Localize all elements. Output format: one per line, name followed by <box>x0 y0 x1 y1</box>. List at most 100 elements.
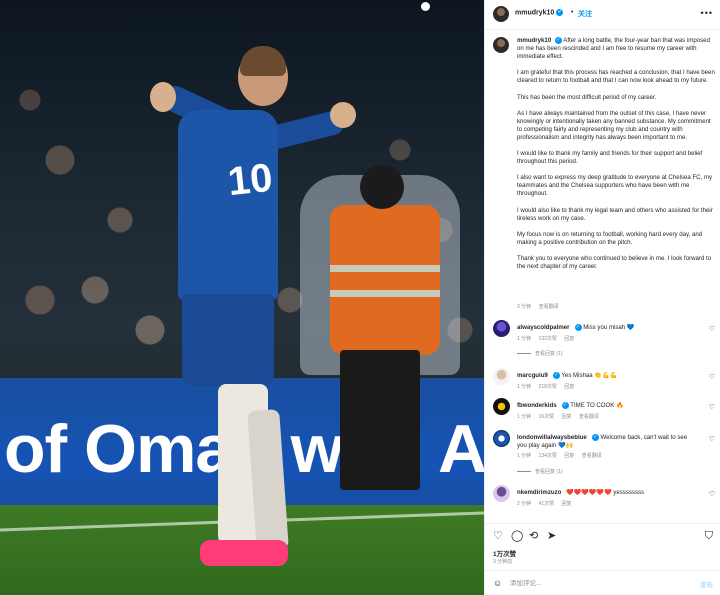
comment-text: marcguiu9 ✓ Yes Mishaa 👏💪💪 <box>517 372 693 380</box>
player-shirt-number: 10 <box>225 155 275 205</box>
caption-time: 3 分钟 <box>517 304 532 310</box>
replies-line <box>517 471 531 473</box>
like-comment-heart-icon[interactable]: ♡ <box>709 373 715 381</box>
comment-avatar[interactable] <box>493 398 510 415</box>
replies-line <box>517 353 531 355</box>
comment-bubble-icon[interactable]: ◯ <box>511 531 523 542</box>
like-comment-heart-icon[interactable]: ♡ <box>709 403 715 411</box>
caption-paragraph: Thank you to everyone who continued to b… <box>517 254 712 270</box>
caption-paragraph: I am grateful that this process has reac… <box>517 69 715 85</box>
comment-text: londonwillalwaysbeblue ✓ Welcome back, ca… <box>517 434 697 450</box>
post-timestamp: 3 分钟前 <box>493 559 513 565</box>
caption-paragraph: I would like to thank my family and frie… <box>517 150 703 166</box>
view-replies-link[interactable]: 查看回复 (1) <box>517 468 563 475</box>
post-comment-button[interactable]: 发布 <box>700 579 713 589</box>
caption-translate-link[interactable]: 查看翻译 <box>539 304 559 310</box>
comment-text: alwayscoldpalmer ✓ Miss you misah 💙 <box>517 324 693 332</box>
share-send-icon[interactable]: ➤ <box>547 531 556 542</box>
steward-stripe <box>330 265 440 272</box>
comment-text: fbwonderkids ✓ TIME TO COOK 🔥 <box>517 402 693 410</box>
header-username[interactable]: mmudryk10 ✓ <box>515 9 564 16</box>
view-replies-text[interactable]: 查看回复 (1) <box>535 469 563 475</box>
add-comment-bar: ☺ 发布 <box>485 570 720 595</box>
verified-badge-icon: ✓ <box>574 324 582 331</box>
comment-body: ❤️❤️❤️❤️❤️❤️ yessssssss <box>566 489 645 496</box>
comment-username[interactable]: londonwillalwaysbeblue <box>517 434 587 441</box>
comment-reply-button[interactable]: 回复 <box>564 336 574 342</box>
comment-meta: 1 分钟 218次赞 回复 <box>517 383 580 390</box>
caption-paragraph: My focus now is on returning to football… <box>517 230 703 246</box>
comment-time: 1 分钟 <box>517 414 532 420</box>
comment-translate-link[interactable]: 查看翻译 <box>579 414 599 420</box>
like-comment-heart-icon[interactable]: ♡ <box>709 325 715 333</box>
comment-username[interactable]: alwayscoldpalmer <box>517 324 570 331</box>
comment-avatar[interactable] <box>493 368 510 385</box>
comment-translate-link[interactable]: 查看翻译 <box>582 453 602 459</box>
comment-reply-button[interactable]: 回复 <box>562 501 572 507</box>
like-comment-heart-icon[interactable]: ♡ <box>709 435 715 443</box>
post-action-bar: ♡ ◯ ⟲ ➤ ⛉ <box>485 523 720 545</box>
caption-paragraph: This has been the most difficult period … <box>517 93 657 101</box>
separator-dot: • <box>571 9 574 16</box>
post-side-panel: mmudryk10 ✓ • 关注 ••• mmudryk10 ✓ After a … <box>484 0 720 595</box>
caption-body: mmudryk10 ✓ After a long battle, the fou… <box>517 37 715 279</box>
comment-reply-button[interactable]: 回复 <box>562 414 572 420</box>
comment-time: 1 分钟 <box>517 384 532 390</box>
comment-avatar[interactable] <box>493 320 510 337</box>
caption-paragraph: I also want to express my deep gratitude… <box>517 174 713 198</box>
avatar[interactable] <box>493 6 509 22</box>
like-comment-heart-icon[interactable]: ♡ <box>709 490 715 498</box>
comment-username[interactable]: fbwonderkids <box>517 402 557 409</box>
comment-likes[interactable]: 132次赞 <box>539 336 557 342</box>
comment-time: 1 分钟 <box>517 453 532 459</box>
comment-input[interactable] <box>510 577 680 589</box>
comment-avatar[interactable] <box>493 430 510 447</box>
repost-icon[interactable]: ⟲ <box>529 531 538 542</box>
caption-meta: 3 分钟 查看翻译 <box>517 303 565 310</box>
verified-badge-icon: ✓ <box>552 372 560 379</box>
comment-text: nkemdirimzuzo ❤️❤️❤️❤️❤️❤️ yessssssss <box>517 489 693 497</box>
comment-likes[interactable]: 16次赞 <box>539 414 555 420</box>
post-likes-count[interactable]: 1万次赞 <box>493 548 516 558</box>
player-shirt <box>178 110 278 300</box>
comment-reply-button[interactable]: 回复 <box>564 384 574 390</box>
like-heart-icon[interactable]: ♡ <box>493 531 503 542</box>
comment-body: Yes Mishaa 👏💪💪 <box>561 372 618 380</box>
caption-paragraph: mmudryk10 ✓ After a long battle, the fou… <box>517 37 715 61</box>
view-replies-text[interactable]: 查看回复 (1) <box>535 351 563 357</box>
steward-head <box>360 165 404 209</box>
caption-avatar[interactable] <box>493 37 509 53</box>
comment-likes[interactable]: 218次赞 <box>539 384 557 390</box>
caption-paragraph: I would also like to thank my legal team… <box>517 206 713 222</box>
save-bookmark-icon[interactable]: ⛉ <box>705 531 713 542</box>
comment-body: TIME TO COOK 🔥 <box>570 402 624 410</box>
caption-username[interactable]: mmudryk10 <box>517 37 551 44</box>
more-options-icon[interactable]: ••• <box>701 8 713 18</box>
player-left-hand <box>150 82 176 112</box>
emoji-icon[interactable]: ☺ <box>493 578 502 588</box>
comment-meta: 1 分钟 16次赞 回复 查看翻译 <box>517 413 605 420</box>
caption-paragraph: As I have always maintained from the out… <box>517 109 711 141</box>
follow-button[interactable]: 关注 <box>578 9 592 19</box>
carousel-dot <box>421 2 430 11</box>
steward-vest <box>330 205 440 355</box>
post-header: mmudryk10 ✓ • 关注 ••• <box>485 0 720 30</box>
steward-stripe <box>330 290 440 297</box>
verified-badge-icon: ✓ <box>554 37 562 44</box>
header-username-text[interactable]: mmudryk10 <box>515 9 554 16</box>
comment-meta: 2 分钟 41次赞 回复 <box>517 500 578 507</box>
player-right-hand <box>330 102 356 128</box>
post-photo[interactable]: of Oman with Amar 10 <box>0 0 484 595</box>
comment-likes[interactable]: 41次赞 <box>539 501 555 507</box>
comment-avatar[interactable] <box>493 485 510 502</box>
verified-badge-icon: ✓ <box>556 9 564 16</box>
view-replies-link[interactable]: 查看回复 (1) <box>517 350 563 357</box>
comment-reply-button[interactable]: 回复 <box>564 453 574 459</box>
comment-username[interactable]: nkemdirimzuzo <box>517 489 561 496</box>
steward-legs <box>340 350 420 490</box>
comment-likes[interactable]: 134次赞 <box>539 453 557 459</box>
comment-time: 1 分钟 <box>517 336 532 342</box>
player-shorts <box>182 294 274 386</box>
comment-username[interactable]: marcguiu9 <box>517 372 548 379</box>
verified-badge-icon: ✓ <box>561 402 569 409</box>
